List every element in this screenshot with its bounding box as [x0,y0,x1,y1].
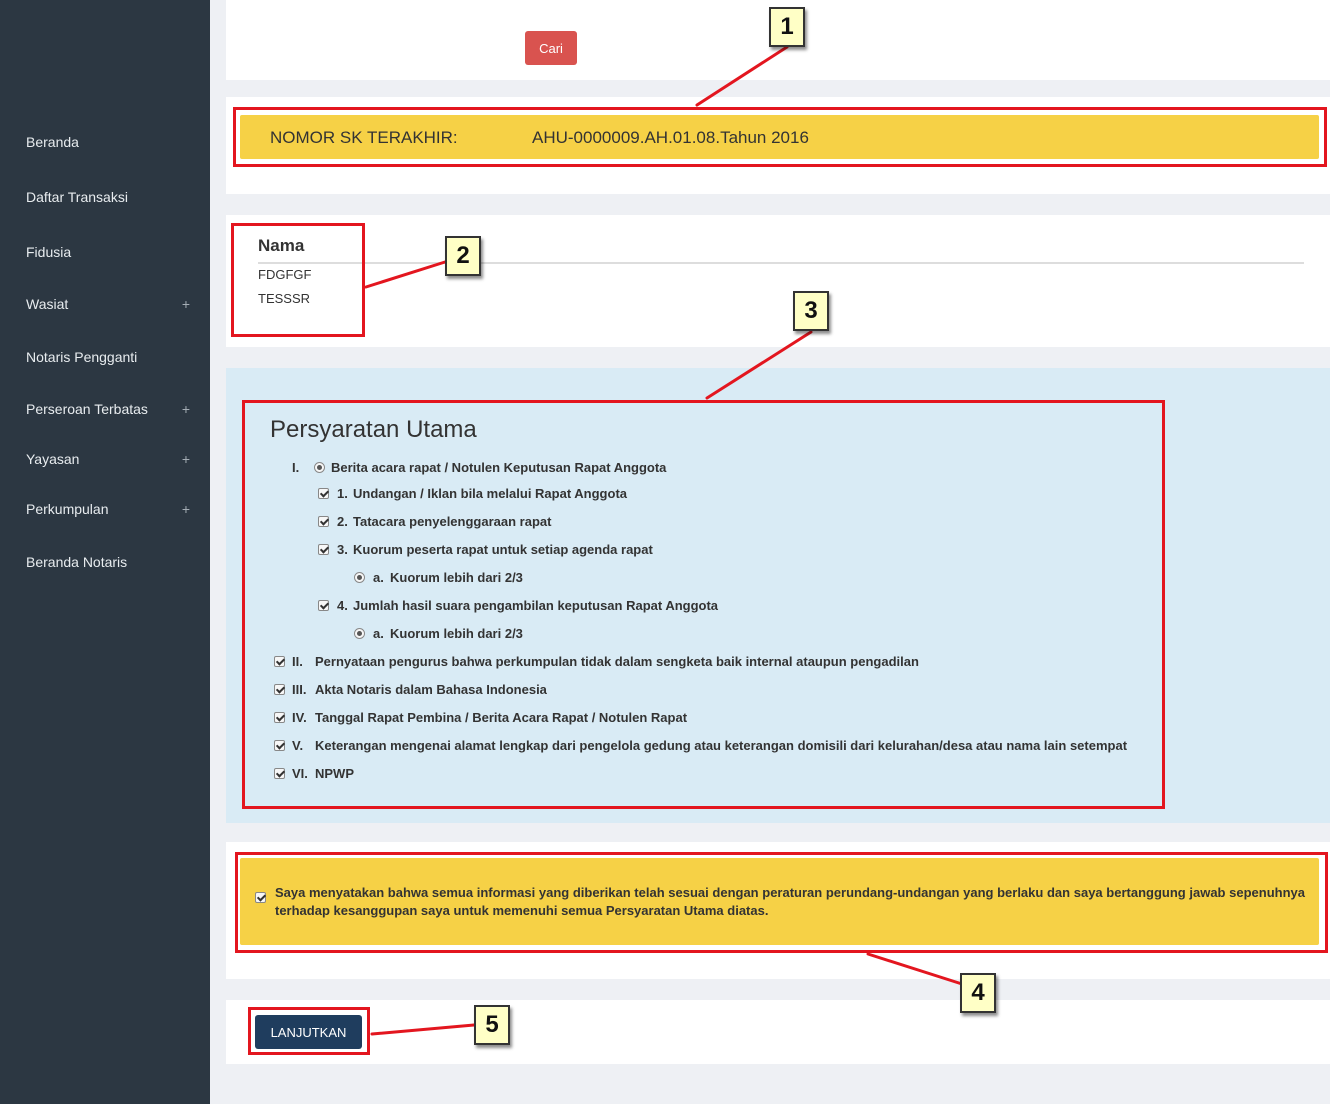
annotation-box-5 [248,1007,370,1055]
sidebar-item-label: Yayasan [26,451,80,467]
sidebar-item-label: Beranda [26,134,79,150]
expand-plus-icon[interactable]: + [182,451,190,467]
annotation-box-3 [242,400,1165,809]
sidebar-item-beranda-notaris[interactable]: Beranda Notaris [26,554,196,570]
annotation-box-4 [235,852,1328,953]
sidebar-item-wasiat[interactable]: Wasiat + [26,296,196,312]
sidebar-item-fidusia[interactable]: Fidusia [26,244,196,260]
nama-panel [226,215,1330,347]
sidebar-item-label: Perkumpulan [26,501,109,517]
callout-badge-1: 1 [769,7,805,47]
sidebar-item-label: Notaris Pengganti [26,349,138,365]
sidebar-item-perkumpulan[interactable]: Perkumpulan + [26,501,196,517]
sidebar-item-label: Wasiat [26,296,69,312]
callout-badge-2: 2 [445,236,481,276]
callout-badge-3: 3 [793,291,829,331]
sidebar-item-yayasan[interactable]: Yayasan + [26,451,196,467]
search-button[interactable]: Cari [525,31,577,65]
sidebar-item-daftar-transaksi[interactable]: Daftar Transaksi [26,189,196,205]
callout-badge-5: 5 [474,1005,510,1045]
sidebar-item-beranda[interactable]: Beranda [26,134,196,150]
table-header-divider [258,262,1304,264]
sidebar-item-label: Beranda Notaris [26,554,128,570]
sidebar: Beranda Daftar Transaksi Fidusia Wasiat … [0,0,210,1104]
sidebar-item-label: Daftar Transaksi [26,189,128,205]
annotation-box-2 [231,223,365,337]
expand-plus-icon[interactable]: + [182,401,190,417]
expand-plus-icon[interactable]: + [182,501,190,517]
sidebar-item-notaris-pengganti[interactable]: Notaris Pengganti [26,349,196,365]
annotation-box-1 [233,107,1327,167]
sidebar-item-label: Fidusia [26,244,72,260]
sidebar-item-label: Perseroan Terbatas [26,401,148,417]
action-panel [226,1000,1330,1064]
sidebar-item-perseroan-terbatas[interactable]: Perseroan Terbatas + [26,401,196,417]
expand-plus-icon[interactable]: + [182,296,190,312]
callout-badge-4: 4 [960,973,996,1013]
